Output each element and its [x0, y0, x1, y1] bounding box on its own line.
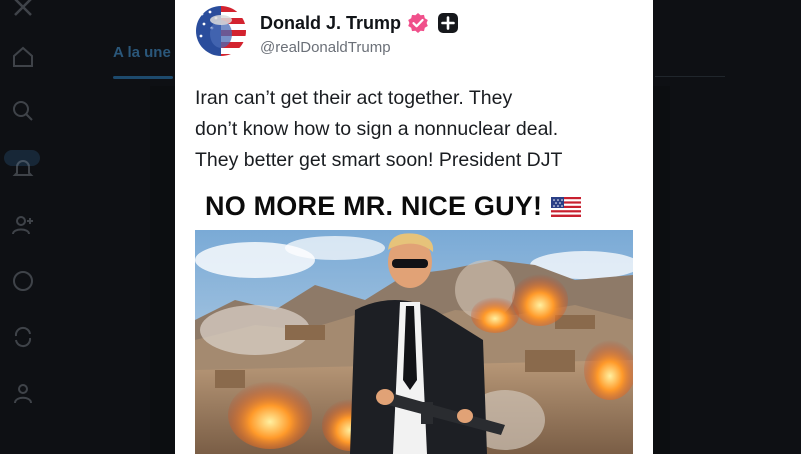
tab-indicator: [113, 76, 173, 79]
avatar[interactable]: [196, 6, 246, 56]
search-icon[interactable]: [10, 98, 36, 124]
add-user-icon[interactable]: [10, 212, 36, 238]
nav-rail: [0, 0, 48, 454]
plus-icon[interactable]: [437, 12, 459, 34]
image-headline: NO MORE MR. NICE GUY!: [205, 191, 582, 222]
tab-featured[interactable]: A la une: [113, 44, 171, 61]
repost-icon[interactable]: [10, 324, 36, 350]
close-icon[interactable]: [10, 0, 36, 20]
post-text-line: Iran can’t get their act together. They: [195, 87, 513, 109]
post-text: Iran can’t get their act together. They …: [195, 83, 645, 176]
author-handle[interactable]: @realDonaldTrump: [260, 39, 391, 56]
post-image[interactable]: [195, 230, 633, 454]
headline-text: NO MORE MR. NICE GUY!: [205, 191, 543, 221]
messages-icon[interactable]: [10, 268, 36, 294]
us-flag-icon: [551, 196, 582, 217]
verified-badge-icon: [407, 12, 429, 34]
post-text-line: don’t know how to sign a nonnuclear deal…: [195, 118, 559, 140]
notifications-icon[interactable]: [10, 156, 36, 182]
author-row: Donald J. Trump: [260, 11, 459, 35]
divider: [655, 76, 725, 77]
post-text-line: They better get smart soon! President DJ…: [195, 149, 563, 171]
profile-icon[interactable]: [10, 380, 36, 406]
author-name[interactable]: Donald J. Trump: [260, 13, 401, 34]
home-icon[interactable]: [10, 44, 36, 70]
post-card: Donald J. Trump @realDonaldTrump Iran ca…: [175, 0, 653, 454]
